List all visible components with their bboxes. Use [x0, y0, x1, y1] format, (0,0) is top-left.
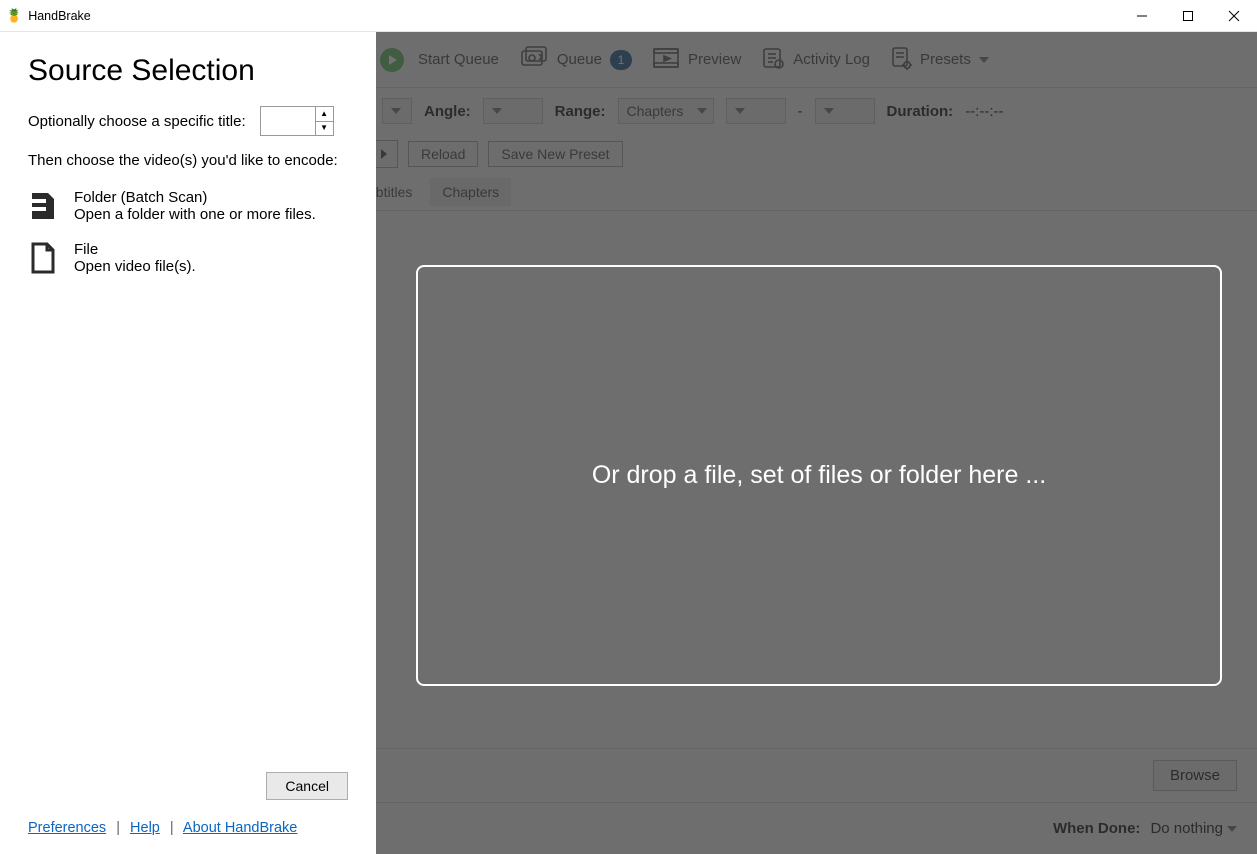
- start-queue-play-icon: [380, 48, 404, 72]
- activity-log-icon: [761, 46, 785, 74]
- save-new-preset-button[interactable]: Save New Preset: [488, 141, 622, 167]
- activity-log-label: Activity Log: [793, 51, 870, 68]
- panel-hint: Then choose the video(s) you'd like to e…: [28, 150, 348, 171]
- preview-label: Preview: [688, 51, 741, 68]
- range-type-value: Chapters: [627, 103, 684, 119]
- specific-title-label: Optionally choose a specific title:: [28, 113, 246, 130]
- specific-title-input[interactable]: [261, 107, 315, 135]
- window-title: HandBrake: [28, 9, 91, 23]
- folder-icon: [28, 189, 58, 223]
- about-link[interactable]: About HandBrake: [183, 820, 297, 836]
- chevron-down-icon: [735, 108, 745, 114]
- start-queue-label: Start Queue: [418, 51, 499, 68]
- spinner-down-button[interactable]: ▼: [316, 122, 333, 136]
- preview-button[interactable]: Preview: [646, 43, 747, 77]
- save-new-preset-label: Save New Preset: [501, 146, 609, 162]
- queue-button[interactable]: Queue 1: [513, 42, 638, 78]
- panel-links: Preferences | Help | About HandBrake: [28, 820, 348, 836]
- close-button[interactable]: [1211, 0, 1257, 32]
- minimize-button[interactable]: [1119, 0, 1165, 32]
- maximize-button[interactable]: [1165, 0, 1211, 32]
- range-from-select[interactable]: [726, 98, 786, 124]
- when-done-value: Do nothing: [1150, 820, 1223, 837]
- presets-label: Presets: [920, 51, 971, 68]
- range-to-select[interactable]: [815, 98, 875, 124]
- panel-bottom: Cancel: [28, 772, 348, 800]
- link-separator: |: [170, 820, 174, 836]
- browse-button[interactable]: Browse: [1153, 760, 1237, 791]
- chevron-down-icon: [391, 108, 401, 114]
- window-controls: [1119, 0, 1257, 32]
- titlebar-left: 🍍 HandBrake: [6, 8, 91, 24]
- duration-label: Duration:: [887, 103, 954, 120]
- when-done-label: When Done:: [1053, 820, 1141, 837]
- app-icon: 🍍: [6, 8, 22, 24]
- chevron-down-icon: [979, 57, 989, 63]
- preview-icon: [652, 47, 680, 73]
- cancel-label: Cancel: [285, 778, 329, 794]
- reload-label: Reload: [421, 146, 465, 162]
- when-done-select[interactable]: Do nothing: [1150, 820, 1237, 837]
- angle-label: Angle:: [424, 103, 471, 120]
- browse-label: Browse: [1170, 767, 1220, 784]
- source-file-desc: Open video file(s).: [74, 258, 196, 275]
- cancel-button[interactable]: Cancel: [266, 772, 348, 800]
- tab-chapters-label: Chapters: [442, 184, 499, 200]
- duration-value: --:--:--: [965, 103, 1003, 120]
- queue-label: Queue: [557, 51, 602, 68]
- spinner-arrows: ▲ ▼: [315, 107, 333, 135]
- source-folder-title: Folder (Batch Scan): [74, 189, 316, 206]
- source-file-option[interactable]: File Open video file(s).: [28, 241, 348, 275]
- source-folder-option[interactable]: Folder (Batch Scan) Open a folder with o…: [28, 189, 348, 223]
- link-separator: |: [116, 820, 120, 836]
- source-folder-desc: Open a folder with one or more files.: [74, 206, 316, 223]
- queue-icon: [519, 46, 549, 74]
- title-select[interactable]: [382, 98, 412, 124]
- range-dash: -: [798, 103, 803, 120]
- angle-select[interactable]: [483, 98, 543, 124]
- specific-title-row: Optionally choose a specific title: ▲ ▼: [28, 106, 348, 136]
- spinner-up-button[interactable]: ▲: [316, 107, 333, 122]
- source-file-text: File Open video file(s).: [74, 241, 196, 275]
- chevron-right-icon: [381, 149, 387, 159]
- titlebar: 🍍 HandBrake: [0, 0, 1257, 32]
- tab-chapters[interactable]: Chapters: [430, 178, 511, 206]
- range-type-select[interactable]: Chapters: [618, 98, 714, 124]
- chevron-down-icon: [824, 108, 834, 114]
- preferences-link[interactable]: Preferences: [28, 820, 106, 836]
- reload-button[interactable]: Reload: [408, 141, 478, 167]
- activity-log-button[interactable]: Activity Log: [755, 42, 876, 78]
- queue-count-badge: 1: [610, 50, 632, 70]
- chevron-down-icon: [1227, 826, 1237, 832]
- help-link[interactable]: Help: [130, 820, 160, 836]
- range-label: Range:: [555, 103, 606, 120]
- presets-button[interactable]: Presets: [884, 42, 995, 78]
- start-queue-button[interactable]: Start Queue: [412, 47, 505, 72]
- chevron-down-icon: [492, 108, 502, 114]
- source-folder-text: Folder (Batch Scan) Open a folder with o…: [74, 189, 316, 223]
- file-icon: [28, 241, 58, 275]
- specific-title-spinner[interactable]: ▲ ▼: [260, 106, 334, 136]
- panel-heading: Source Selection: [28, 54, 348, 88]
- source-file-title: File: [74, 241, 196, 258]
- chevron-down-icon: [697, 108, 707, 114]
- presets-icon: [890, 46, 912, 74]
- source-selection-panel: Source Selection Optionally choose a spe…: [0, 32, 376, 854]
